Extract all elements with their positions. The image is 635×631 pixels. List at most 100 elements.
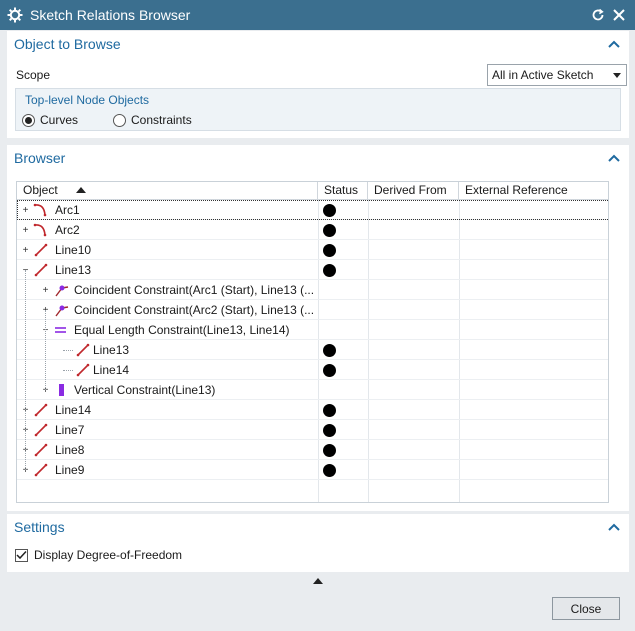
line-icon [33, 422, 49, 438]
tree-row-label: Equal Length Constraint(Line13, Line14) [74, 323, 290, 337]
vertical-constraint-icon [53, 382, 69, 398]
tree-row[interactable]: − Line13 [17, 260, 608, 280]
tree-row[interactable]: + Line9 [17, 460, 608, 480]
tree-row-label: Line14 [55, 403, 92, 417]
expand-icon[interactable]: + [21, 206, 30, 216]
close-icon[interactable] [610, 6, 628, 24]
column-header-external-reference[interactable]: External Reference [459, 182, 608, 200]
coincident-constraint-icon [53, 302, 69, 318]
object-to-browse-header[interactable]: Object to Browse [7, 31, 629, 57]
tree-row[interactable]: + Line8 [17, 440, 608, 460]
tree-row-label: Line9 [55, 463, 85, 477]
section-title: Browser [14, 150, 66, 166]
line-icon [33, 242, 49, 258]
status-dot-icon [323, 364, 336, 377]
tree-row[interactable]: + Line7 [17, 420, 608, 440]
expand-icon[interactable]: + [41, 286, 50, 296]
top-level-node-group: Top-level Node Objects Curves Constraint… [15, 88, 621, 131]
panel-splitter[interactable] [0, 574, 635, 586]
status-dot-icon [323, 444, 336, 457]
tree-row[interactable]: Line13 [17, 340, 608, 360]
object-to-browse-section: Object to Browse Scope All in Active Ske… [7, 31, 629, 138]
sort-ascending-icon [76, 187, 86, 193]
tree-row-label: Arc2 [55, 223, 80, 237]
scope-row: Scope All in Active Sketch [15, 64, 627, 86]
window-title: Sketch Relations Browser [30, 7, 191, 23]
line-icon [33, 262, 49, 278]
radio-constraints[interactable]: Constraints [113, 113, 192, 127]
chevron-up-icon[interactable] [607, 37, 621, 51]
status-dot-icon [323, 264, 336, 277]
status-dot-icon [323, 204, 336, 217]
dof-checkbox-label: Display Degree-of-Freedom [34, 548, 183, 562]
scope-label: Scope [16, 68, 51, 82]
coincident-constraint-icon [53, 282, 69, 298]
dof-checkbox[interactable]: Display Degree-of-Freedom [15, 548, 182, 562]
tree-row-label: Coincident Constraint(Arc2 (Start), Line… [74, 303, 315, 317]
radio-curves[interactable]: Curves [22, 113, 78, 127]
arc-icon [33, 222, 49, 238]
tree-header: Object Status Derived From External Refe… [17, 182, 608, 200]
tree-row-label: Line7 [55, 423, 85, 437]
section-title: Object to Browse [14, 36, 121, 52]
tree-row-label: Vertical Constraint(Line13) [74, 383, 216, 397]
settings-section: Settings Display Degree-of-Freedom [7, 514, 629, 572]
radio-curves-label: Curves [40, 113, 79, 127]
tree-row[interactable]: + Line10 [17, 240, 608, 260]
tree-row[interactable]: + Coincident Constraint(Arc1 (Start), Lin… [17, 280, 608, 300]
column-header-derived-from[interactable]: Derived From [368, 182, 459, 200]
tree-row[interactable]: + Arc1 [17, 200, 608, 220]
chevron-up-icon[interactable] [607, 151, 621, 165]
scope-select[interactable]: All in Active Sketch [487, 64, 627, 86]
status-dot-icon [323, 464, 336, 477]
line-icon [33, 442, 49, 458]
title-bar: Sketch Relations Browser [0, 0, 635, 30]
tree-row-label: Coincident Constraint(Arc1 (Start), Line… [74, 283, 315, 297]
expand-up-icon [312, 573, 323, 587]
status-dot-icon [323, 404, 336, 417]
tree-row[interactable]: + Arc2 [17, 220, 608, 240]
line-icon [75, 362, 91, 378]
chevron-down-icon [613, 73, 621, 78]
tree-row[interactable]: + Line14 [17, 400, 608, 420]
status-dot-icon [323, 224, 336, 237]
chevron-up-icon[interactable] [607, 520, 621, 534]
tree-row-label: Line13 [55, 263, 92, 277]
tree-row-label: Arc1 [55, 203, 80, 217]
browser-section: Browser Object Status Derived From Exter… [7, 145, 629, 511]
tree-row-label: Line14 [93, 363, 130, 377]
checkmark-icon [15, 548, 28, 562]
tree-row-label: Line13 [93, 343, 130, 357]
status-dot-icon [323, 244, 336, 257]
section-title: Settings [14, 519, 65, 535]
tree-row-label: Line8 [55, 443, 85, 457]
relations-tree[interactable]: Object Status Derived From External Refe… [16, 181, 609, 503]
tree-row[interactable]: − Equal Length Constraint(Line13, Line14) [17, 320, 608, 340]
radio-constraints-label: Constraints [131, 113, 192, 127]
status-dot-icon [323, 424, 336, 437]
browser-header[interactable]: Browser [7, 145, 629, 171]
gear-icon [2, 0, 28, 30]
equal-length-icon [53, 322, 69, 338]
line-icon [75, 342, 91, 358]
footer: Close [0, 586, 635, 631]
scope-select-value: All in Active Sketch [492, 68, 594, 82]
column-header-object[interactable]: Object [17, 182, 318, 200]
tree-row-label: Line10 [55, 243, 92, 257]
close-button[interactable]: Close [552, 597, 620, 620]
reset-icon[interactable] [589, 6, 607, 24]
column-header-status[interactable]: Status [318, 182, 368, 200]
settings-header[interactable]: Settings [7, 514, 629, 540]
tree-row[interactable]: + Vertical Constraint(Line13) [17, 380, 608, 400]
status-dot-icon [323, 344, 336, 357]
group-title: Top-level Node Objects [25, 93, 150, 107]
tree-row[interactable]: + Coincident Constraint(Arc2 (Start), Lin… [17, 300, 608, 320]
expand-icon[interactable]: + [21, 226, 30, 236]
arc-icon [33, 202, 49, 218]
radio-button-icon [113, 113, 126, 127]
radio-button-icon [22, 113, 35, 127]
expand-icon[interactable]: + [21, 246, 30, 256]
line-icon [33, 402, 49, 418]
tree-row[interactable]: Line14 [17, 360, 608, 380]
line-icon [33, 462, 49, 478]
